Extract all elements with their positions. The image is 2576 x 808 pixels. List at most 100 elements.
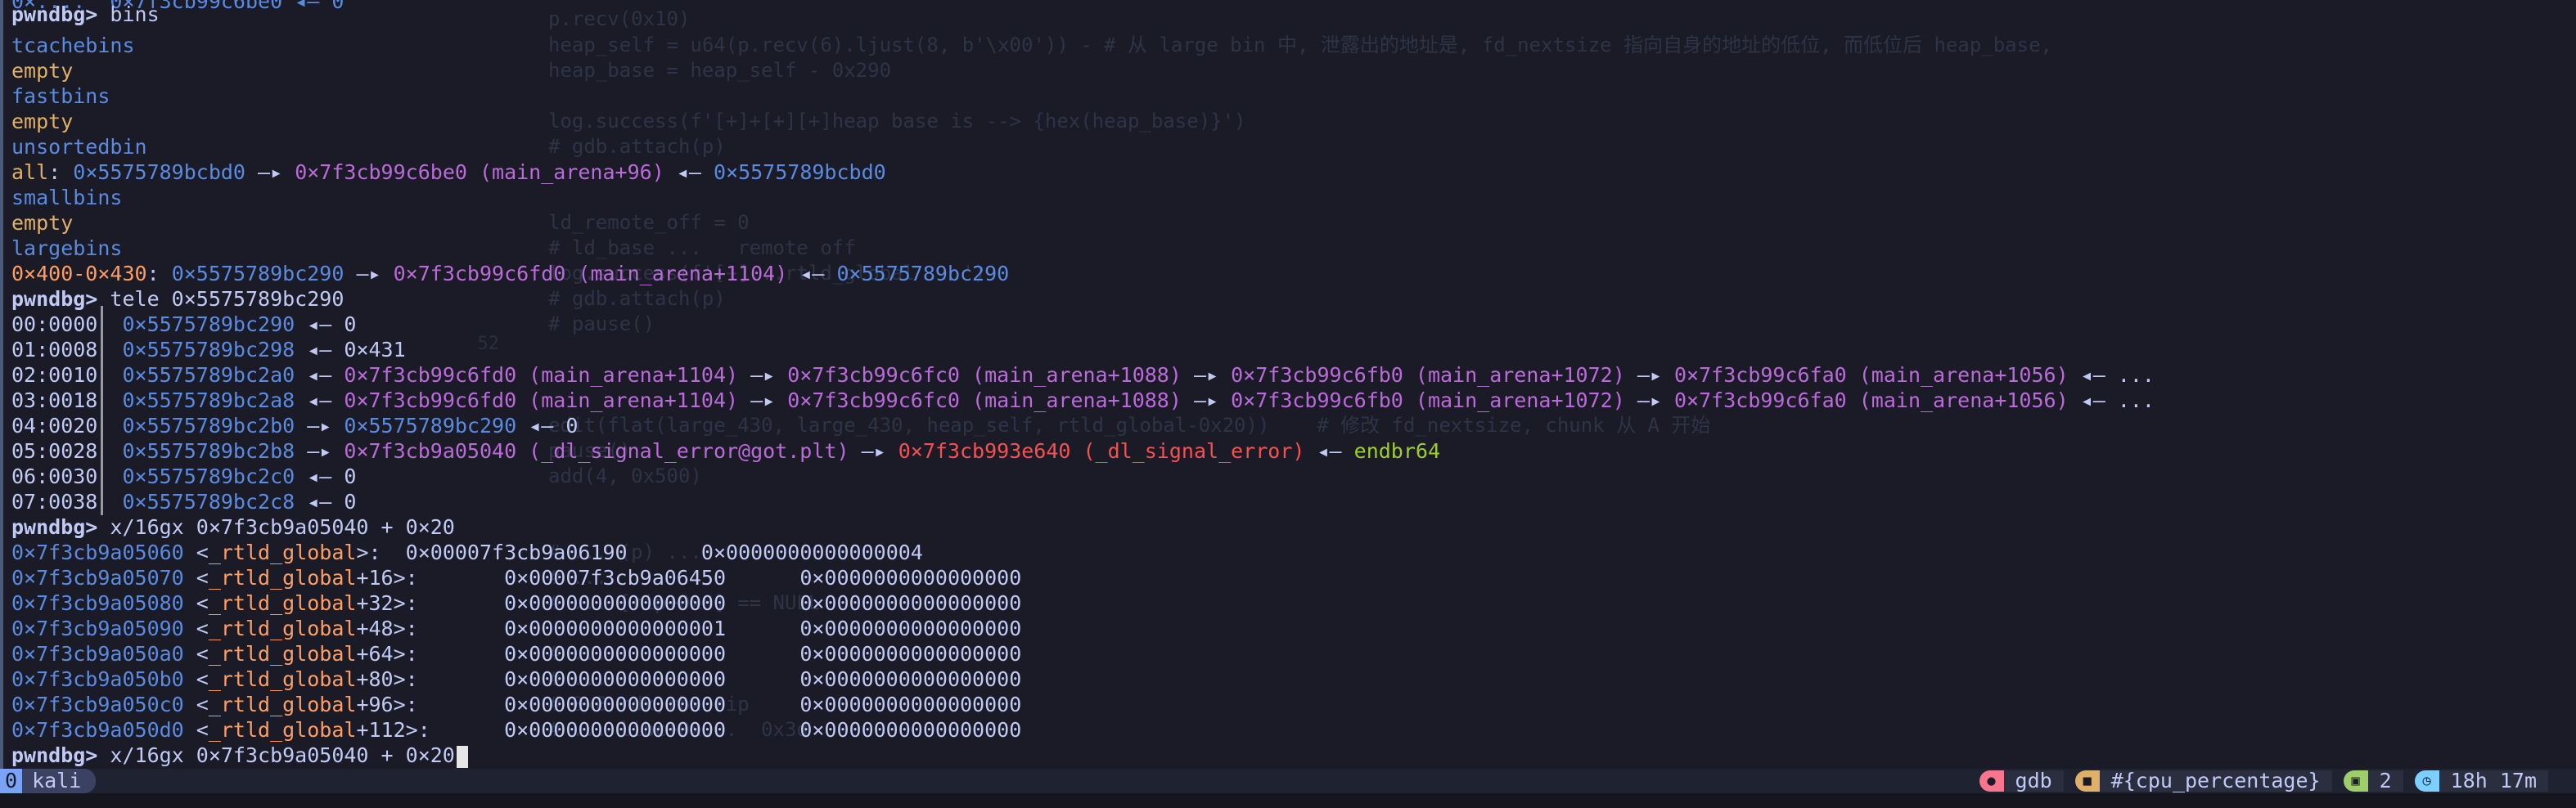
address: 0×5575789bcbd0 <box>73 160 245 184</box>
prompt: pwndbg> <box>11 287 98 311</box>
telescope-value: ◂— 0 <box>516 414 579 438</box>
qword-value: 0×0000000000000001 <box>504 617 727 640</box>
arrow: —▸ <box>245 160 295 184</box>
bin-value: empty <box>11 58 73 83</box>
telescope-value: 0×7f3cb99c6fa0 (main_arena+1056) <box>1673 388 2069 412</box>
address: 0×7f3cb9a05090 <box>11 617 184 640</box>
fastbins-value: empty <box>11 110 74 133</box>
bin-key: all <box>11 160 49 184</box>
terminal-pane[interactable]: 0×.... 0×7f3cb99c6be0 ◂— 0 pwndbg> bins … <box>0 0 2576 769</box>
telescope-value: ◂— 0 <box>295 465 357 488</box>
address: 0×5575789bcbd0 <box>713 160 886 184</box>
address: 0×7f3cb99c6fd0 (main_arena+1104) <box>393 262 788 285</box>
telescope-row: 06:0030 0×5575789bc2c0 ◂— 0 <box>11 464 356 489</box>
qword-value: 0×0000000000000000 <box>799 566 1022 590</box>
symbol-offset: +80>: <box>356 667 505 691</box>
status-item-text: #{cpu_percentage} <box>2099 770 2332 792</box>
qword-value: 0×0000000000000000 <box>504 591 727 615</box>
telescope-value: 0×7f3cb9a05040 (_dl_signal_error@got.plt… <box>344 439 849 463</box>
symbol: _rtld_global <box>208 566 357 590</box>
status-right: ● gdb ■ #{cpu_percentage} ▣ 2 ◷ 18h 17m <box>1979 769 2560 793</box>
bin-label: smallbins <box>11 185 122 210</box>
qword-value: 0×0000000000000000 <box>504 642 727 666</box>
window-index[interactable]: 0 <box>0 769 23 793</box>
bin-label: largebins <box>11 236 122 261</box>
qword-value: 0×0000000000000000 <box>799 617 1022 640</box>
telescope-value: ◂— 0×431 <box>295 338 406 361</box>
colon: : <box>48 160 74 184</box>
prompt-line: pwndbg> x/16gx 0×7f3cb9a05040 + 0×20 <box>11 514 455 540</box>
status-item-text: 18h 17m <box>2439 770 2548 792</box>
stack-offset: 05:0028 <box>11 439 98 463</box>
telescope-value: 0×7f3cb99c6fd0 (main_arena+1104) <box>344 363 739 387</box>
window-icon: ▣ <box>2343 770 2368 792</box>
active-prompt-line[interactable]: pwndbg> x/16gx 0×7f3cb9a05040 + 0×20 <box>11 743 468 768</box>
arrow: —▸ <box>344 262 394 285</box>
person-icon: ● <box>1979 770 2004 792</box>
bracket: < <box>183 718 209 742</box>
telescope-value: ◂— ... <box>2068 388 2155 412</box>
unsortedbin-entry: all: 0×5575789bcbd0 —▸ 0×7f3cb99c6be0 (m… <box>11 159 886 185</box>
arrow: ◂— <box>787 262 837 285</box>
symbol-offset: +16>: <box>356 566 505 590</box>
prompt: pwndbg> <box>11 515 98 539</box>
memory-dump-row: 0×7f3cb9a05060 <_rtld_global>: 0×00007f3… <box>11 540 923 565</box>
largebins-label: largebins <box>11 236 123 260</box>
telescope-row: 03:0018 0×5575789bc2a8 ◂— 0×7f3cb99c6fd0… <box>11 388 2155 413</box>
qword-value: 0×0000000000000000 <box>799 667 1022 691</box>
bin-value: empty <box>11 210 73 236</box>
address: 0×7f3cb9a05070 <box>11 566 184 590</box>
bracket: < <box>183 591 209 615</box>
telescope-value: —▸ <box>738 363 788 387</box>
symbol-offset: +112>: <box>356 718 505 742</box>
telescope-value: endbr64 <box>1353 439 1441 463</box>
clock-icon: ◷ <box>2414 770 2439 792</box>
symbol: _rtld_global <box>208 541 357 564</box>
address: 0×5575789bc290 <box>836 262 1010 285</box>
address: 0×7f3cb9a05080 <box>11 591 184 615</box>
telescope-value: 0×7f3cb99c6fb0 (main_arena+1072) <box>1231 388 1625 412</box>
qword-value: 0×0000000000000000 <box>799 718 1022 742</box>
stack-offset: 06:0030 <box>11 465 98 488</box>
qword-value: 0×0000000000000000 <box>799 642 1022 666</box>
prompt: pwndbg> <box>11 743 98 767</box>
telescope-value: 0×7f3cb99c6fa0 (main_arena+1056) <box>1673 363 2069 387</box>
prompt: pwndbg> <box>11 2 98 26</box>
stack-offset: 01:0008 <box>11 338 98 361</box>
memory-dump-row: 0×7f3cb9a05070 <_rtld_global+16>: 0×0000… <box>11 565 1021 590</box>
address: 0×7f3cb9a050d0 <box>11 718 184 742</box>
cpu-icon: ■ <box>2074 770 2100 792</box>
bottom-strip <box>0 793 2576 808</box>
bin-value: empty <box>11 109 73 134</box>
status-left: 0 kali <box>0 769 97 793</box>
address: 0×7f3cb9a05060 <box>11 541 184 564</box>
address: 0×5575789bc2b8 <box>122 439 295 463</box>
qword-value: 0×0000000000000000 <box>504 667 727 691</box>
session-name[interactable]: kali <box>22 769 97 793</box>
telescope-value: 0×7f3cb99c6fd0 (main_arena+1104) <box>344 388 739 412</box>
telescope-value: 0×7f3cb993e640 (_dl_signal_error) <box>898 439 1305 463</box>
tmux-status-bar: 0 kali ● gdb ■ #{cpu_percentage} ▣ 2 ◷ 18h 17m <box>0 769 2576 793</box>
memory-dump-row: 0×7f3cb9a05090 <_rtld_global+48>: 0×0000… <box>11 616 1021 641</box>
bracket: < <box>183 667 209 691</box>
command-input[interactable]: x/16gx 0×7f3cb9a05040 + 0×20 <box>97 743 454 767</box>
fastbins-label: fastbins <box>11 84 110 108</box>
telescope-row: 01:0008 0×5575789bc298 ◂— 0×431 <box>11 337 406 362</box>
telescope-value: —▸ <box>1624 388 1674 412</box>
address: 0×5575789bc290 <box>171 262 345 285</box>
symbol-offset: >: <box>356 541 406 564</box>
address: 0×5575789bc2a0 <box>122 363 295 387</box>
memory-dump-row: 0×7f3cb9a050a0 <_rtld_global+64>: 0×0000… <box>11 641 1021 667</box>
memory-dump-row: 0×7f3cb9a050c0 <_rtld_global+96>: 0×0000… <box>11 692 1021 717</box>
command-text: tele 0×5575789bc290 <box>97 287 345 311</box>
telescope-value: ◂— <box>295 363 345 387</box>
bracket: < <box>183 693 209 716</box>
text-cursor <box>456 745 468 768</box>
qword-value: 0×0000000000000000 <box>799 591 1022 615</box>
telescope-value: 0×7f3cb99c6fb0 (main_arena+1072) <box>1231 363 1625 387</box>
telescope-value: —▸ <box>295 439 345 463</box>
